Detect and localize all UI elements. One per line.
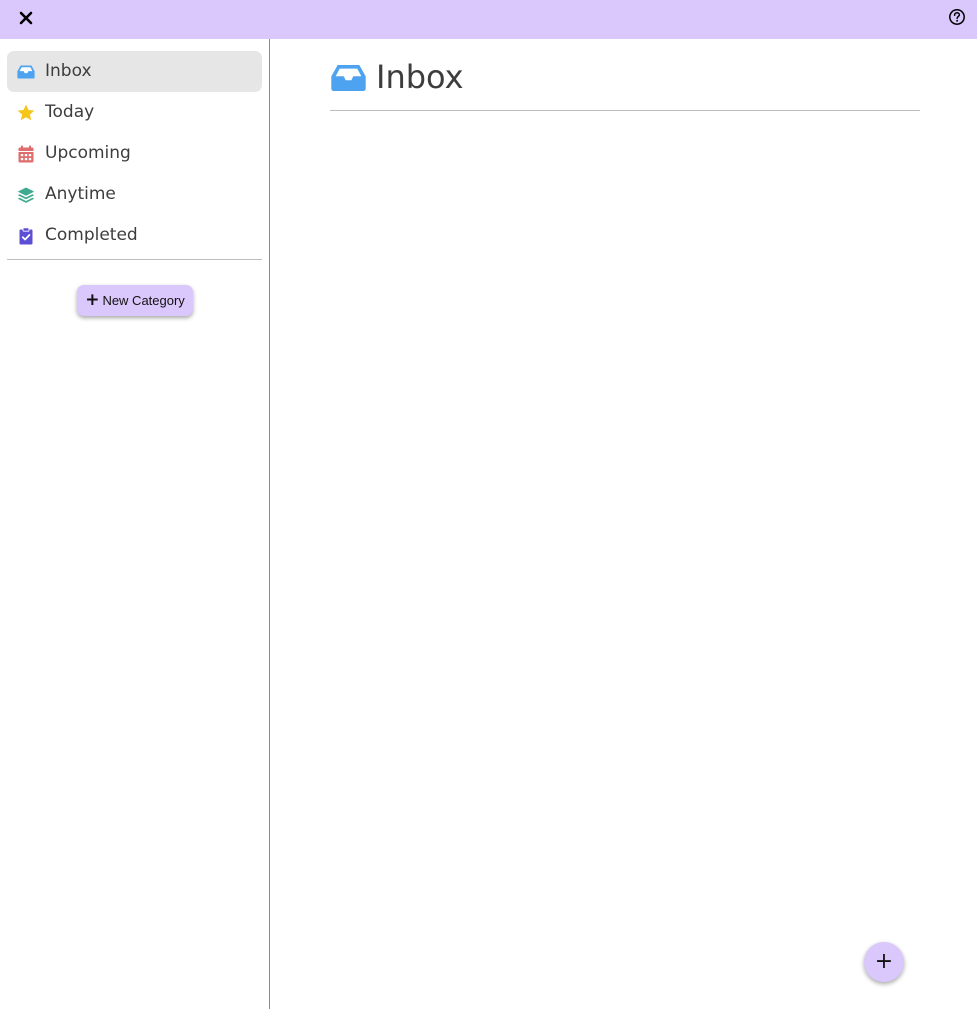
plus-icon: + [874, 949, 894, 974]
sidebar-item-label: Today [45, 102, 95, 122]
sidebar: Inbox Today Upcoming Anytime Completed +… [0, 39, 270, 1009]
clipboard-check-icon [17, 227, 35, 245]
sidebar-item-anytime[interactable]: Anytime [7, 174, 262, 215]
title-divider [330, 110, 920, 111]
new-category-label: New Category [102, 293, 185, 308]
sidebar-item-completed[interactable]: Completed [7, 215, 262, 256]
sidebar-item-label: Inbox [45, 61, 92, 81]
inbox-icon [17, 63, 35, 81]
sidebar-item-inbox[interactable]: Inbox [7, 51, 262, 92]
top-bar [0, 0, 977, 39]
star-icon [17, 104, 35, 122]
sidebar-item-label: Anytime [45, 184, 116, 204]
inbox-icon [330, 64, 367, 92]
help-icon[interactable] [948, 8, 966, 26]
sidebar-item-upcoming[interactable]: Upcoming [7, 133, 262, 174]
add-task-button[interactable]: + [864, 942, 904, 982]
sidebar-item-label: Completed [45, 225, 138, 245]
page-title: Inbox [376, 58, 464, 96]
close-icon[interactable] [17, 9, 35, 27]
new-category-button[interactable]: + New Category [77, 285, 193, 316]
calendar-icon [17, 145, 35, 163]
sidebar-item-label: Upcoming [45, 143, 131, 163]
sidebar-divider [7, 259, 262, 260]
sidebar-item-today[interactable]: Today [7, 92, 262, 133]
plus-icon: + [85, 290, 100, 310]
layers-icon [17, 186, 35, 204]
